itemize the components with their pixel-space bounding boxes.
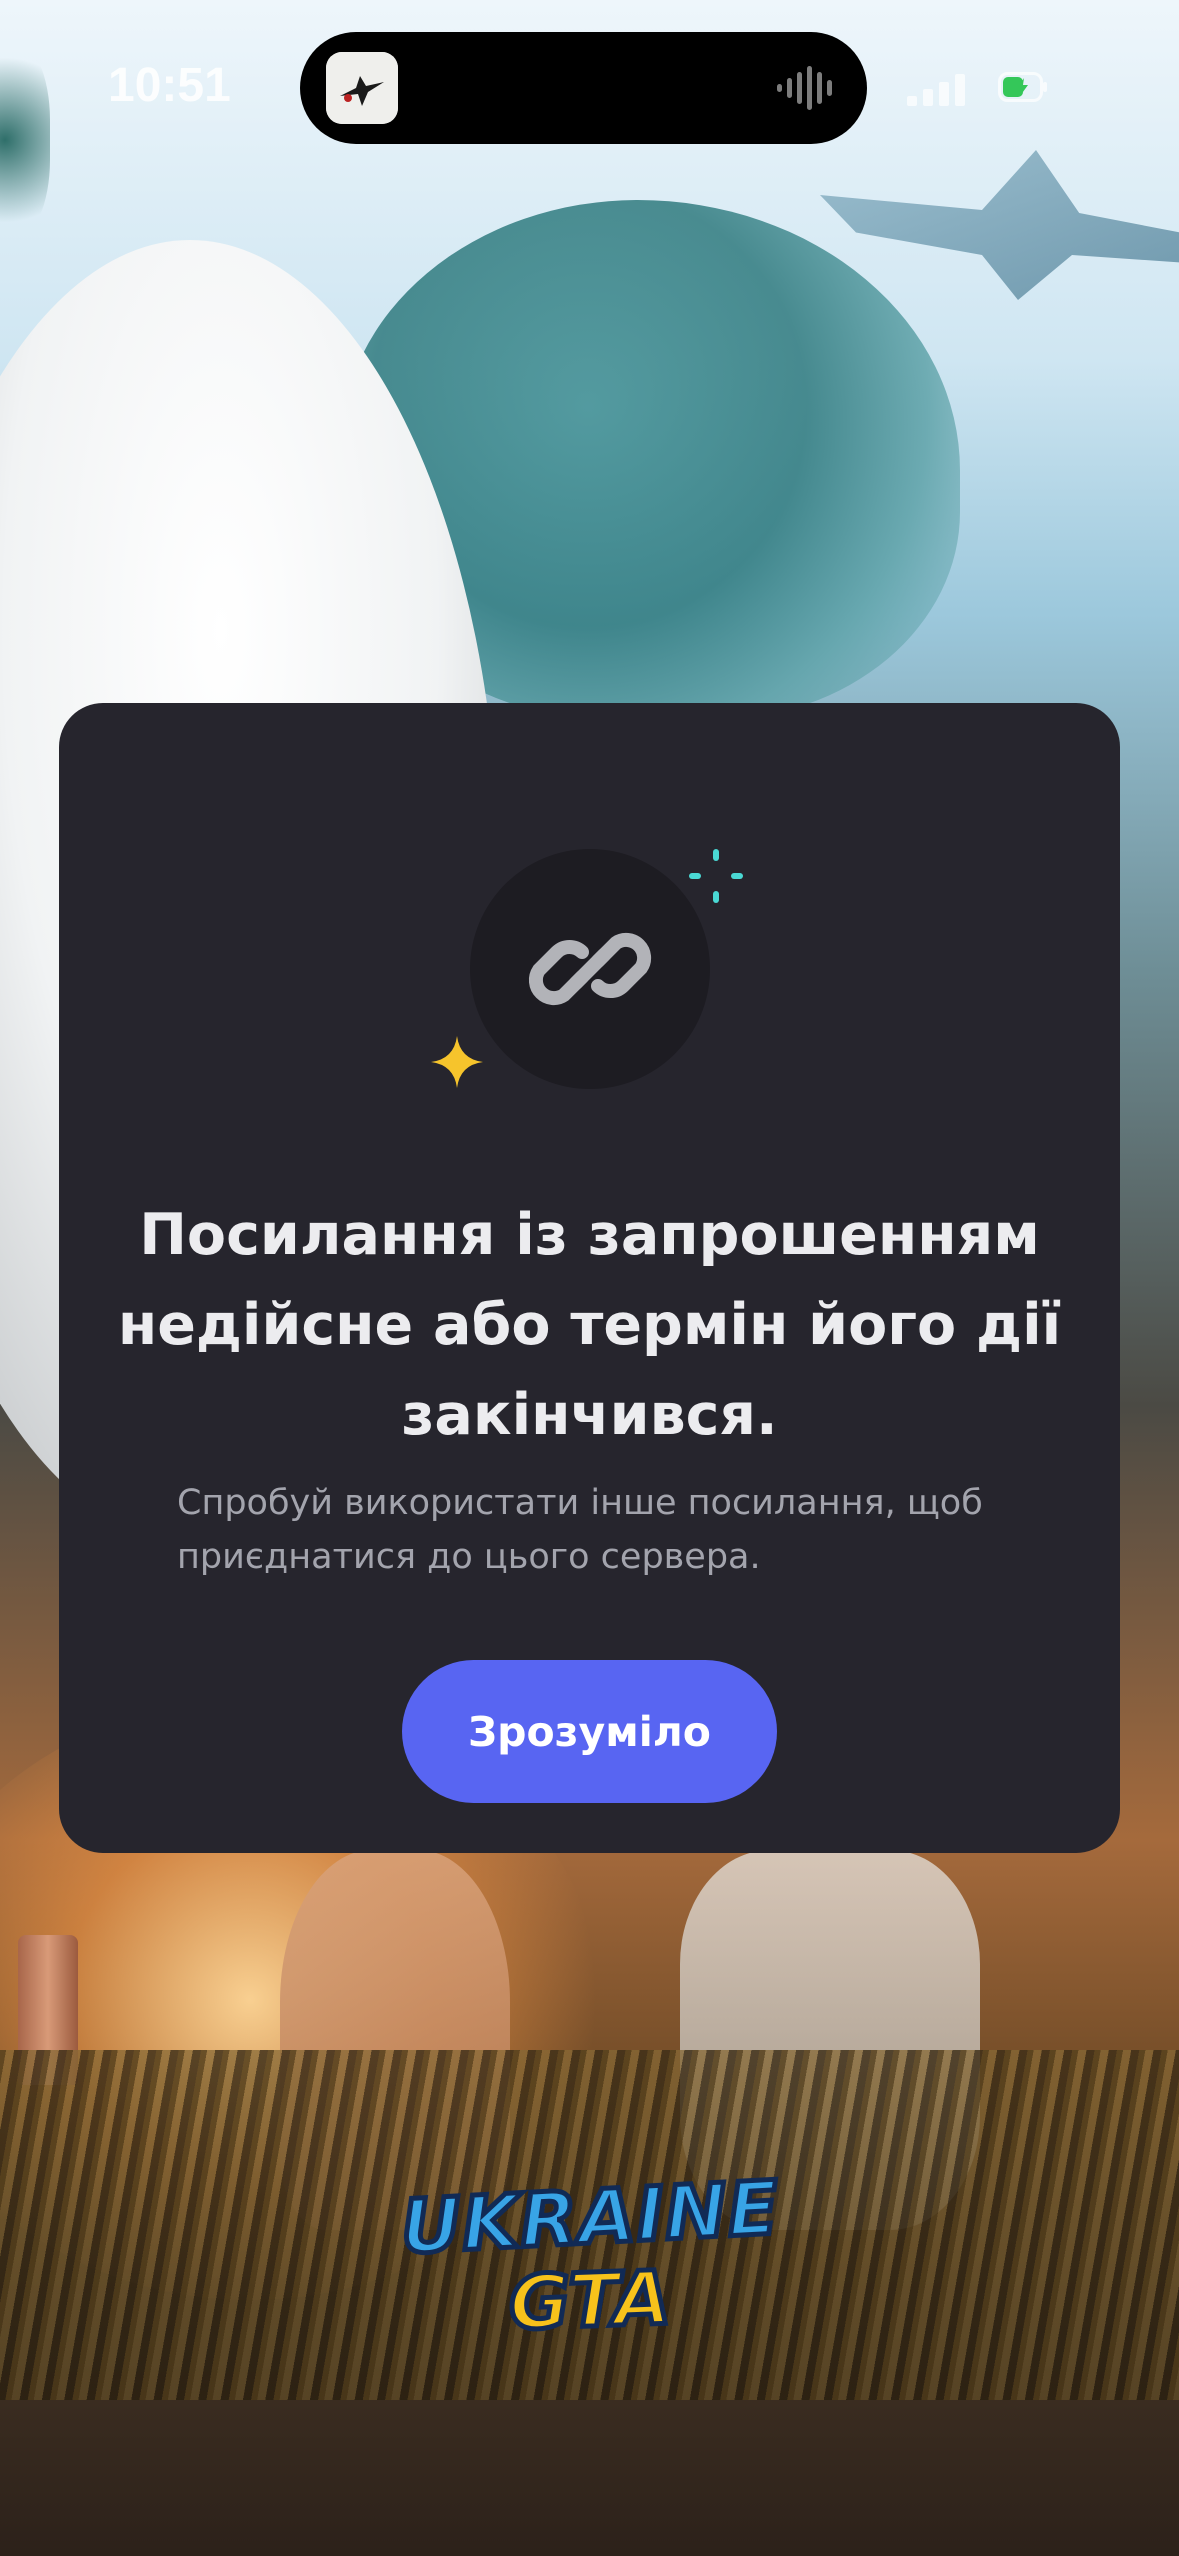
dialog-illustration [59, 703, 1120, 1123]
background-ground [0, 2400, 1179, 2556]
cellular-signal-icon [907, 74, 965, 106]
link-icon-circle [470, 849, 710, 1089]
dialog-title: Посилання із запрошенням недійсне або те… [117, 1202, 1062, 1448]
now-playing-artwork-icon [326, 52, 398, 124]
invalid-invite-dialog: Посилання із запрошенням недійсне або те… [59, 703, 1120, 1853]
sparkle-teal-icon [689, 849, 743, 903]
link-icon [528, 932, 652, 1006]
sparkle-yellow-icon [431, 1036, 483, 1088]
battery-charging-icon [998, 72, 1047, 102]
status-bar: 10:51 [0, 0, 1179, 170]
audio-waveform-icon [777, 66, 832, 110]
server-logo: UKRAINE GTA [395, 2163, 785, 2355]
logo-text-gta: GTA [505, 2253, 674, 2350]
background-jet [820, 150, 1179, 300]
got-it-button[interactable]: Зрозуміло [402, 1660, 777, 1803]
dynamic-island[interactable] [300, 32, 867, 144]
status-time: 10:51 [108, 59, 231, 112]
dialog-message: Спробуй використати інше посилання, щоб … [177, 1483, 983, 1577]
